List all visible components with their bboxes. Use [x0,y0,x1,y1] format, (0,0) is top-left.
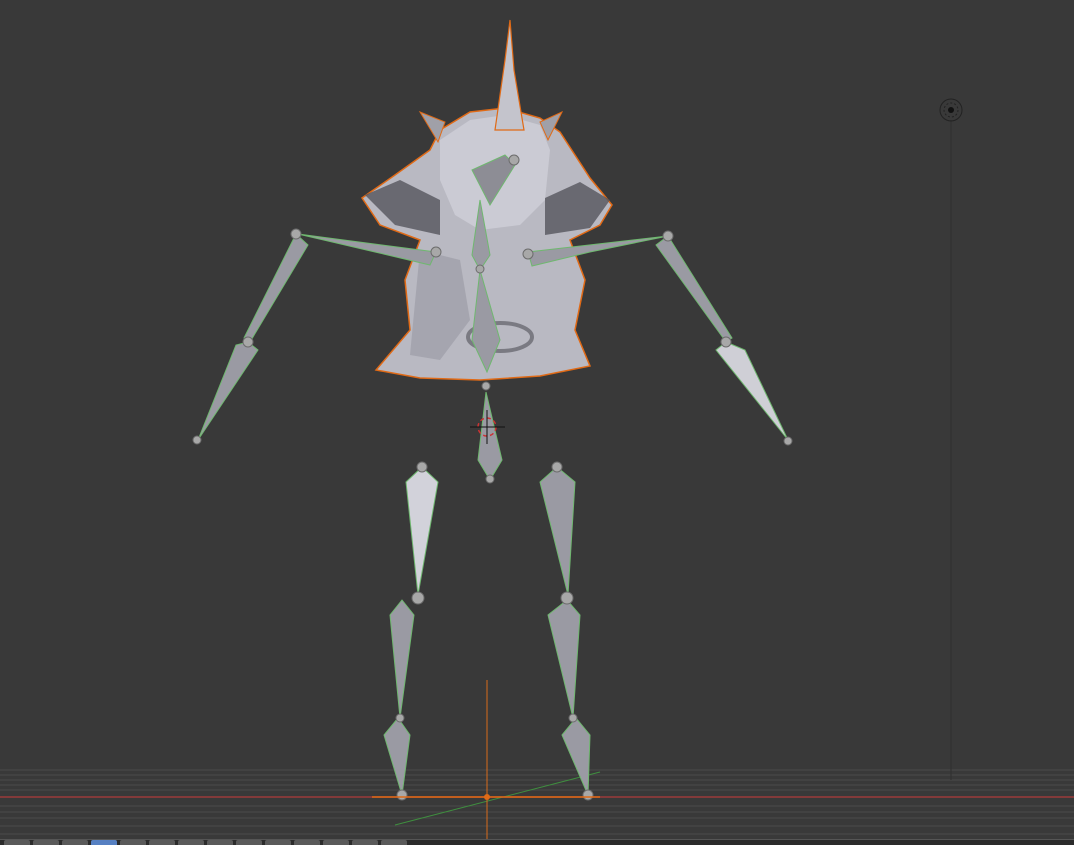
toolbar-button[interactable] [323,840,349,845]
bone-left-forearm[interactable] [197,341,259,441]
toolbar-button[interactable] [294,840,320,845]
bone-right-thigh[interactable] [539,466,576,596]
toolbar-button[interactable] [33,840,59,845]
bone-left-upper-arm[interactable] [243,233,309,343]
bone-right-forearm[interactable] [715,341,789,441]
3d-cursor-icon[interactable] [470,410,505,444]
toolbar-button[interactable] [352,840,378,845]
bone-right-upper-arm[interactable] [655,235,733,343]
toolbar-button[interactable] [178,840,204,845]
horn[interactable] [494,19,525,131]
toolbar-button[interactable] [149,840,175,845]
bone-right-shin[interactable] [547,599,581,719]
toolbar-button[interactable] [207,840,233,845]
toolbar-button[interactable] [265,840,291,845]
toolbar-button[interactable] [120,840,146,845]
camera-icon[interactable] [939,98,963,122]
scene-canvas[interactable] [0,0,1074,845]
3d-viewport[interactable] [0,0,1074,845]
toolbar-button[interactable] [62,840,88,845]
toolbar-button[interactable] [91,840,117,845]
floor-grid [0,769,1074,835]
bone-hip[interactable] [477,391,503,481]
header-toolbar-strip [0,839,1074,845]
bone-left-thigh[interactable] [405,466,439,596]
bone-left-foot[interactable] [383,717,411,796]
bone-right-foot[interactable] [561,717,591,796]
toolbar-button[interactable] [4,840,30,845]
toolbar-button[interactable] [236,840,262,845]
bone-left-shin[interactable] [389,599,415,719]
toolbar-button[interactable] [381,840,407,845]
